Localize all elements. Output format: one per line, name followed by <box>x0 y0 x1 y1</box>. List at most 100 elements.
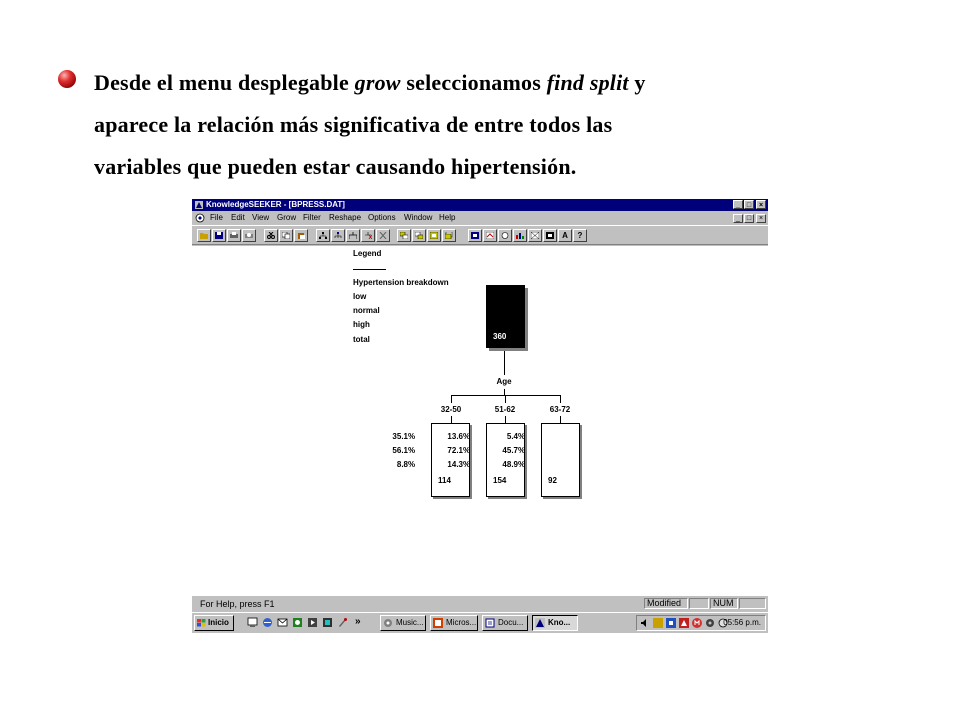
tool-5-button[interactable] <box>543 229 557 242</box>
close-button[interactable]: × <box>756 200 766 209</box>
music-icon <box>384 619 392 627</box>
powerpoint-icon <box>433 618 443 628</box>
start-button[interactable]: Inicio <box>194 615 234 631</box>
print-button[interactable] <box>227 229 241 242</box>
tool-2-button[interactable] <box>483 229 497 242</box>
volume-icon[interactable] <box>640 618 650 628</box>
find-split-button[interactable] <box>331 229 345 242</box>
window-3-button[interactable] <box>427 229 441 242</box>
root-connector <box>504 351 505 375</box>
menu-grow[interactable]: Grow <box>277 213 296 223</box>
menu-filter[interactable]: Filter <box>303 213 321 223</box>
preview-button[interactable] <box>242 229 256 242</box>
delete-button[interactable] <box>376 229 390 242</box>
doc-restore-button[interactable]: □ <box>744 214 754 223</box>
taskbar: Inicio » Music... Micros... Docu... Kno.… <box>192 612 768 633</box>
menu-file[interactable]: File <box>210 213 223 223</box>
tray-app-3-icon[interactable] <box>679 618 689 628</box>
tool-icon <box>501 232 509 239</box>
quicklaunch-more-chevron[interactable]: » <box>355 615 361 629</box>
start-label: Inicio <box>208 618 229 627</box>
disk-icon <box>215 232 223 239</box>
windows-icon <box>415 232 423 239</box>
doc-close-button[interactable]: × <box>756 214 766 223</box>
paste-icon <box>298 233 305 239</box>
tool-icon <box>471 232 479 239</box>
window-title: KnowledgeSEEKER - [BPRESS.DAT] <box>206 200 345 209</box>
app-icon[interactable] <box>194 200 204 210</box>
task-micros[interactable]: Micros... <box>430 615 478 631</box>
menu-reshape[interactable]: Reshape <box>329 213 361 223</box>
menu-window[interactable]: Window <box>404 213 432 223</box>
menu-help[interactable]: Help <box>439 213 455 223</box>
tool-4-button[interactable] <box>528 229 542 242</box>
menu-edit[interactable]: Edit <box>231 213 245 223</box>
status-num: NUM <box>710 598 738 609</box>
title-bar[interactable]: KnowledgeSEEKER - [BPRESS.DAT] _ □ × <box>192 199 768 211</box>
desktop-icon[interactable] <box>247 617 258 628</box>
app-window: KnowledgeSEEKER - [BPRESS.DAT] _ □ × Fil… <box>192 199 768 633</box>
document-icon[interactable] <box>195 213 205 223</box>
tool-quicklaunch-icon[interactable] <box>337 617 348 628</box>
task-music[interactable]: Music... <box>380 615 426 631</box>
tool-3-button[interactable] <box>498 229 512 242</box>
tool-icon <box>486 232 494 239</box>
windows-logo-icon <box>197 619 206 627</box>
tray-app-1-icon[interactable] <box>653 618 663 628</box>
app-quicklaunch-icon[interactable] <box>322 617 333 628</box>
branch-3-drop <box>560 416 561 423</box>
mail-icon[interactable] <box>277 617 288 628</box>
prune-button[interactable] <box>361 229 375 242</box>
window-1-button[interactable] <box>397 229 411 242</box>
preview-icon <box>245 233 253 238</box>
menu-view[interactable]: View <box>252 213 269 223</box>
windows-icon <box>445 232 453 239</box>
open-button[interactable] <box>197 229 211 242</box>
tree-view: Legend Hypertension breakdown low normal… <box>192 246 768 596</box>
doc-minimize-button[interactable]: _ <box>733 214 743 223</box>
task-knowledgeseeker[interactable]: Kno... <box>532 615 578 631</box>
browser-icon[interactable] <box>262 617 273 628</box>
copy-button[interactable] <box>279 229 293 242</box>
status-extra-panel <box>739 598 766 609</box>
status-help-text: For Help, press F1 <box>200 599 275 609</box>
tree-icon <box>319 232 327 239</box>
split-bar <box>451 395 561 396</box>
window-2-button[interactable] <box>412 229 426 242</box>
paste-button[interactable] <box>294 229 308 242</box>
minimize-button[interactable]: _ <box>733 200 743 209</box>
legend-breakdown: Hypertension breakdown <box>353 278 449 287</box>
tool-1-button[interactable] <box>468 229 482 242</box>
save-button[interactable] <box>212 229 226 242</box>
media-icon[interactable] <box>307 617 318 628</box>
channels-icon[interactable] <box>292 617 303 628</box>
maximize-button[interactable]: □ <box>744 200 754 209</box>
tool-icon <box>546 232 554 239</box>
window-4-button[interactable] <box>442 229 456 242</box>
branch-3-line <box>560 395 561 403</box>
cut-button[interactable] <box>264 229 278 242</box>
menu-options[interactable]: Options <box>368 213 396 223</box>
tray-messenger-icon[interactable] <box>692 618 702 628</box>
root-node[interactable]: 18.3% 60.3% 21.4% 360 <box>447 285 525 348</box>
task-docu[interactable]: Docu... <box>482 615 528 631</box>
toolbar: A ? <box>192 225 768 245</box>
status-empty-panel <box>689 598 709 609</box>
status-modified: Modified <box>644 598 688 609</box>
chart-button[interactable] <box>513 229 527 242</box>
tool-icon <box>531 232 539 239</box>
tray-app-2-icon[interactable] <box>666 618 676 628</box>
tray-app-4-icon[interactable] <box>705 618 715 628</box>
force-split-button[interactable] <box>346 229 360 242</box>
root-total: 360 <box>493 332 507 341</box>
folder-icon <box>200 233 208 239</box>
child-node-63-72[interactable]: 5.4% 45.7% 48.9% 92 <box>502 423 580 497</box>
child1-total: 114 <box>438 476 451 485</box>
font-button[interactable]: A <box>558 229 572 242</box>
clock[interactable]: 05:56 p.m. <box>723 616 761 630</box>
child2-total: 154 <box>493 476 507 485</box>
branch-icon <box>349 232 357 239</box>
grow-tree-button[interactable] <box>316 229 330 242</box>
knowledgeseeker-icon <box>535 618 545 628</box>
context-help-button[interactable]: ? <box>573 229 587 242</box>
